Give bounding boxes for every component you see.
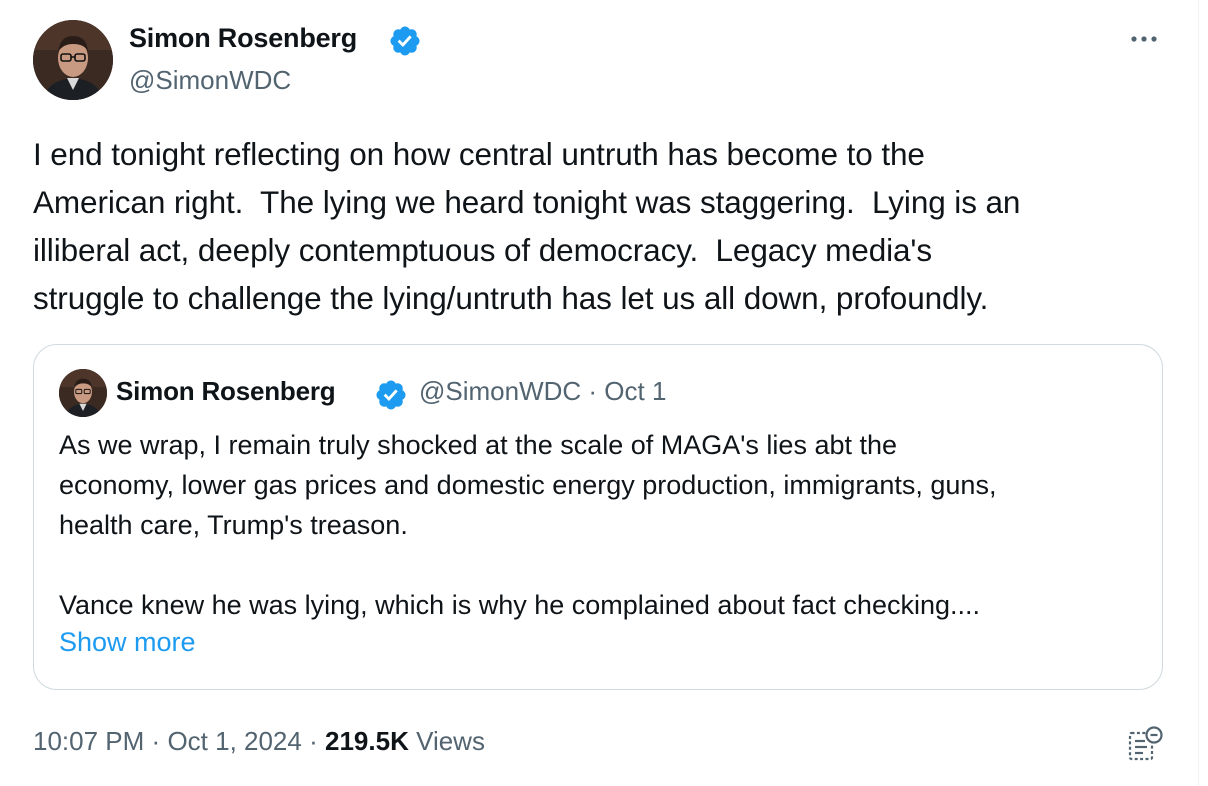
- tweet-time[interactable]: 10:07 PM: [33, 726, 144, 756]
- verified-badge-icon: [376, 380, 406, 410]
- quoted-author-avatar[interactable]: [59, 369, 107, 417]
- tweet-date[interactable]: Oct 1, 2024: [167, 726, 301, 756]
- separator: ·: [309, 726, 318, 756]
- more-horizontal-icon[interactable]: [1126, 27, 1162, 51]
- column-divider: [1198, 0, 1199, 786]
- tweet-footer: 10:07 PM · Oct 1, 2024 · 219.5K Views: [33, 726, 485, 757]
- quoted-tweet-text: As we wrap, I remain truly shocked at th…: [59, 430, 997, 620]
- quoted-handle-date[interactable]: @SimonWDC · Oct 1: [419, 376, 666, 407]
- avatar-portrait-image: [33, 20, 113, 100]
- verified-badge-icon[interactable]: [388, 24, 422, 58]
- views-label: Views: [416, 726, 485, 756]
- tweet-text: I end tonight reflecting on how central …: [33, 136, 1021, 316]
- author-name[interactable]: Simon Rosenberg: [129, 23, 357, 54]
- avatar-portrait-image: [59, 369, 107, 417]
- grok-explain-icon[interactable]: [1125, 724, 1165, 764]
- author-handle[interactable]: @SimonWDC: [129, 65, 291, 96]
- views-count: 219.5K: [325, 726, 409, 756]
- author-avatar[interactable]: [33, 20, 113, 100]
- separator: ·: [151, 726, 161, 756]
- quoted-author-name[interactable]: Simon Rosenberg: [116, 376, 336, 407]
- quoted-tweet-card[interactable]: Simon Rosenberg @SimonWDC · Oct 1 As we …: [33, 344, 1163, 690]
- show-more-link[interactable]: Show more: [59, 627, 196, 658]
